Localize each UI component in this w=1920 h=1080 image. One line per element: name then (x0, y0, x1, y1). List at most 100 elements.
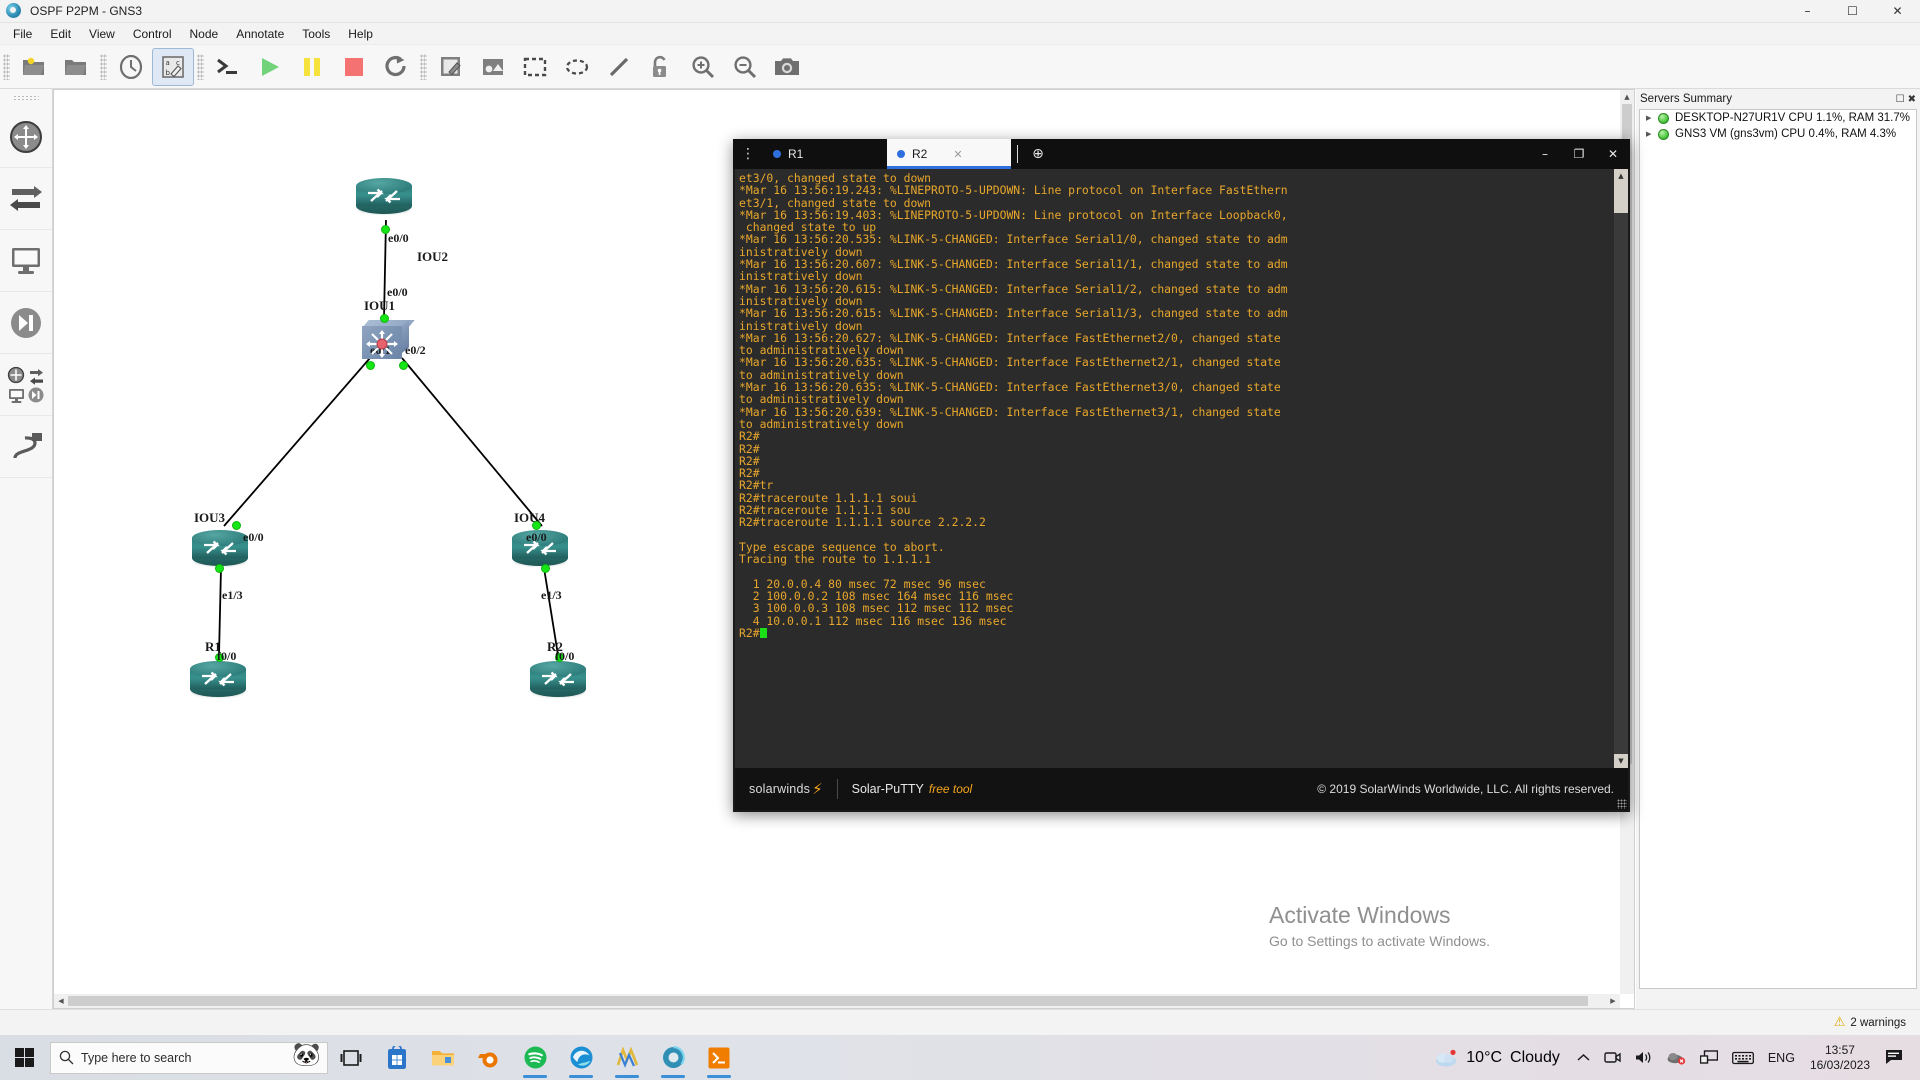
warnings-count[interactable]: 2 warnings (1850, 1017, 1906, 1029)
scroll-left-arrow[interactable]: ◀ (54, 994, 68, 1008)
browse-security-devices-icon[interactable] (0, 292, 52, 354)
chevron-right-icon[interactable]: ▶ (1646, 114, 1658, 122)
toolbar-grip-2[interactable] (100, 53, 107, 80)
server-row[interactable]: ▶ GNS3 VM (gns3vm) CPU 0.4%, RAM 4.3% (1640, 126, 1916, 142)
server-row[interactable]: ▶ DESKTOP-N27UR1V CPU 1.1%, RAM 31.7% (1640, 110, 1916, 126)
menu-node[interactable]: Node (181, 24, 228, 44)
file-explorer-icon[interactable] (420, 1035, 466, 1080)
horizontal-scroll-thumb[interactable] (68, 996, 1588, 1006)
toolbar-grip-3[interactable] (197, 53, 204, 80)
weather-widget[interactable]: 10°C Cloudy (1424, 1049, 1570, 1067)
draw-rectangle-icon[interactable] (514, 48, 556, 86)
terminal-area[interactable]: et3/0, changed state to down *Mar 16 13:5… (735, 169, 1628, 768)
terminal-line: Tracing the route to 1.1.1.1 (739, 552, 932, 567)
menu-edit[interactable]: Edit (41, 24, 80, 44)
terminal-line: R2# (739, 441, 760, 456)
task-view-icon[interactable] (328, 1035, 374, 1080)
node-r2[interactable] (530, 661, 586, 697)
lock-items-icon[interactable] (640, 48, 682, 86)
browse-all-devices-icon[interactable] (0, 354, 52, 416)
minimize-button[interactable]: – (1785, 0, 1830, 23)
terminal-output[interactable]: et3/0, changed state to down *Mar 16 13:5… (735, 169, 1614, 768)
putty-maximize-button[interactable]: ❐ (1562, 139, 1596, 169)
onedrive-icon[interactable] (1660, 1050, 1693, 1065)
open-project-icon[interactable] (55, 48, 97, 86)
add-tab-icon[interactable]: ⊕ (1024, 139, 1052, 169)
chevron-up-icon[interactable] (1570, 1053, 1597, 1062)
node-iou2[interactable] (356, 178, 412, 214)
close-button[interactable]: ✕ (1875, 0, 1920, 23)
putty-close-button[interactable]: ✕ (1596, 139, 1630, 169)
browse-switches-icon[interactable] (0, 168, 52, 230)
canvas-horizontal-scrollbar[interactable]: ◀ ▶ (54, 994, 1620, 1008)
browse-end-devices-icon[interactable] (0, 230, 52, 292)
close-tab-icon[interactable]: ✕ (953, 148, 962, 161)
scroll-right-arrow[interactable]: ▶ (1606, 994, 1620, 1008)
network-icon[interactable] (1693, 1050, 1725, 1065)
zoom-in-icon[interactable] (682, 48, 724, 86)
terminal-scroll-thumb[interactable] (1614, 183, 1628, 213)
reload-icon[interactable] (375, 48, 417, 86)
terminal-scroll-down[interactable]: ▼ (1614, 754, 1628, 768)
blender-icon[interactable] (466, 1035, 512, 1080)
screenshot-icon[interactable] (766, 48, 808, 86)
cloud-icon (1436, 1049, 1457, 1066)
menu-tools[interactable]: Tools (293, 24, 339, 44)
screenshot-annotate-icon[interactable]: a c b (152, 47, 194, 86)
putty-tab-r1[interactable]: R1 (763, 139, 887, 169)
interface-label: e0/0 (387, 285, 408, 299)
node-r1[interactable] (190, 661, 246, 697)
volume-icon[interactable] (1628, 1050, 1660, 1065)
menu-control[interactable]: Control (124, 24, 181, 44)
resize-grip[interactable] (1617, 799, 1627, 809)
browse-routers-icon[interactable] (0, 106, 52, 168)
float-panel-icon[interactable]: ☐ (1896, 94, 1905, 105)
keyboard-icon[interactable] (1725, 1051, 1761, 1065)
insert-image-icon[interactable] (472, 48, 514, 86)
putty-minimize-button[interactable]: – (1528, 139, 1562, 169)
kebab-menu-icon[interactable]: ⋮ (733, 139, 763, 169)
solar-putty-window[interactable]: ⋮ R1 R2 ✕ ⊕ – ❐ ✕ et3/0, changed state t… (733, 139, 1630, 812)
toolbar-grip[interactable] (3, 53, 10, 80)
menu-help[interactable]: Help (339, 24, 382, 44)
spotify-icon[interactable] (512, 1035, 558, 1080)
device-toolbar-grip[interactable] (13, 95, 39, 102)
gns3-icon[interactable] (650, 1035, 696, 1080)
add-note-icon[interactable] (430, 48, 472, 86)
windows-start-icon[interactable] (0, 1035, 48, 1080)
taskbar-clock[interactable]: 13:57 16/03/2023 (1802, 1043, 1878, 1073)
interface-label: e1/3 (222, 588, 243, 602)
language-indicator[interactable]: ENG (1761, 1051, 1802, 1065)
solar-putty-icon[interactable] (696, 1035, 742, 1080)
menu-file[interactable]: File (4, 24, 41, 44)
microsoft-store-icon[interactable] (374, 1035, 420, 1080)
pause-icon[interactable] (291, 48, 333, 86)
terminal-scroll-up[interactable]: ▲ (1614, 169, 1628, 183)
terminal-scrollbar[interactable]: ▲ ▼ (1614, 169, 1628, 768)
node-iou1[interactable] (360, 318, 415, 360)
add-link-icon[interactable] (0, 416, 52, 478)
draw-ellipse-icon[interactable] (556, 48, 598, 86)
new-project-icon[interactable] (13, 48, 55, 86)
toolbar-grip-4[interactable] (420, 53, 427, 80)
chevron-right-icon[interactable]: ▶ (1646, 130, 1658, 138)
microsoft-edge-icon[interactable] (558, 1035, 604, 1080)
stop-icon[interactable] (333, 48, 375, 86)
close-panel-icon[interactable]: ✖ (1908, 94, 1916, 105)
draw-line-icon[interactable] (598, 48, 640, 86)
notifications-icon[interactable] (1878, 1049, 1912, 1066)
maximize-button[interactable]: ☐ (1830, 0, 1875, 23)
putty-tab-r2[interactable]: R2 ✕ (887, 139, 1011, 169)
search-input[interactable]: Type here to search 🐼 (50, 1041, 328, 1074)
menu-annotate[interactable]: Annotate (227, 24, 293, 44)
wireshark-icon[interactable] (604, 1035, 650, 1080)
start-icon[interactable] (249, 48, 291, 86)
console-icon[interactable] (207, 48, 249, 86)
scroll-up-arrow[interactable]: ▲ (1620, 90, 1634, 104)
zoom-out-icon[interactable] (724, 48, 766, 86)
recent-projects-icon[interactable] (110, 48, 152, 86)
node-label-iou2: IOU2 (417, 249, 449, 264)
node-iou3[interactable] (192, 530, 248, 566)
camera-icon[interactable] (1597, 1050, 1628, 1065)
menu-view[interactable]: View (80, 24, 124, 44)
